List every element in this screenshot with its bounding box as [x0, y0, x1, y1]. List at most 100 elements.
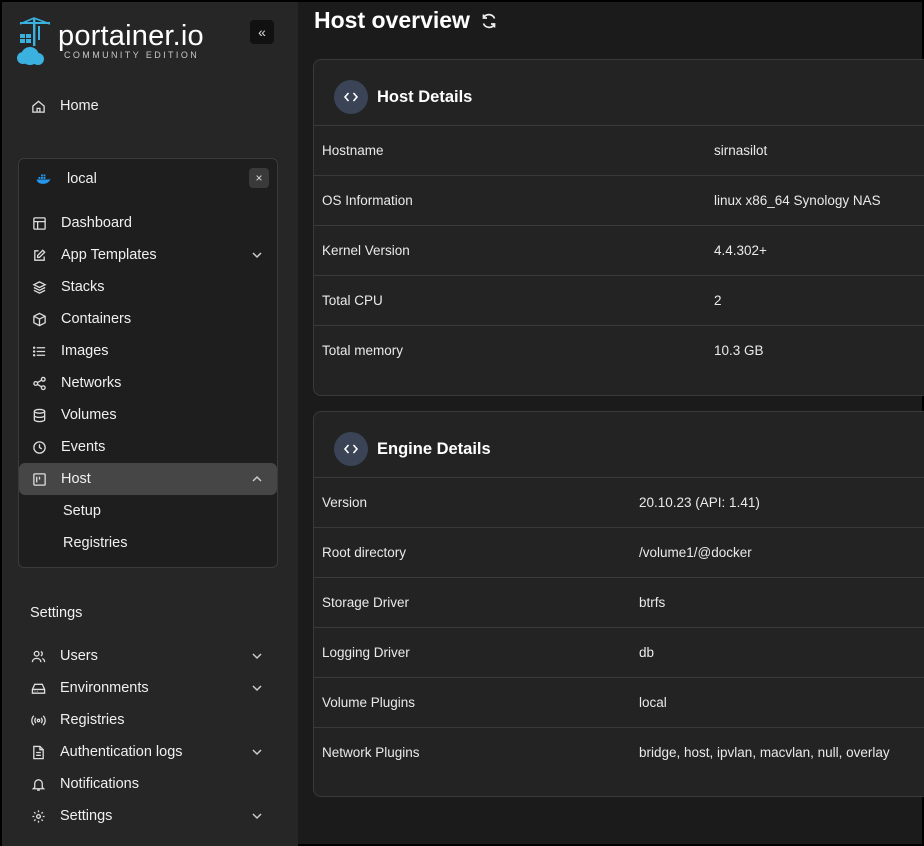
host-details-panel: Host Details Hostname sirnasilot OS Infor…: [313, 59, 924, 396]
table-row: Kernel Version 4.4.302+: [314, 226, 924, 276]
table-row: Total CPU 2: [314, 276, 924, 326]
panel-title: Host Details: [377, 88, 473, 106]
row-value: 2: [714, 293, 722, 308]
row-key: Root directory: [322, 545, 407, 560]
portainer-crane-icon: [17, 17, 51, 65]
chevron-down-icon[interactable]: [250, 809, 264, 823]
sidebar-item-stacks[interactable]: Stacks: [31, 271, 264, 303]
sidebar-item-label: Volumes: [61, 407, 117, 423]
database-icon: [31, 407, 47, 423]
list-icon: [31, 343, 47, 359]
bell-icon: [30, 776, 46, 792]
table-row: Total memory 10.3 GB: [314, 326, 924, 376]
sidebar-item-dashboard[interactable]: Dashboard: [31, 207, 264, 239]
sidebar-item-label: Environments: [60, 680, 149, 696]
table-row: Hostname sirnasilot: [314, 126, 924, 176]
sidebar-item-label: Home: [60, 98, 99, 114]
gear-icon: [30, 808, 46, 824]
sidebar-item-label: Registries: [60, 712, 125, 728]
row-key: OS Information: [322, 193, 413, 208]
dashboard-icon: [31, 215, 47, 231]
table-row: Version 20.10.23 (API: 1.41): [314, 478, 924, 528]
chevron-down-icon[interactable]: [250, 745, 264, 759]
sidebar-item-label: Authentication logs: [60, 744, 183, 760]
refresh-icon[interactable]: [480, 12, 498, 30]
users-icon: [30, 648, 46, 664]
sidebar-item-label: Host: [61, 471, 91, 487]
edit-icon: [31, 247, 47, 263]
row-value: 10.3 GB: [714, 343, 764, 358]
page-title: Host overview: [314, 7, 498, 34]
row-value: linux x86_64 Synology NAS: [714, 193, 881, 208]
chevron-down-icon[interactable]: [250, 649, 264, 663]
sidebar-item-app-templates[interactable]: App Templates: [31, 239, 264, 271]
table-row: Volume Plugins local: [314, 678, 924, 728]
table-row: Network Plugins bridge, host, ipvlan, mac…: [314, 728, 924, 778]
sidebar-item-host-setup[interactable]: Setup: [63, 495, 263, 527]
row-key: Logging Driver: [322, 645, 410, 660]
environment-header[interactable]: local: [31, 163, 231, 195]
file-icon: [30, 744, 46, 760]
row-key: Hostname: [322, 143, 384, 158]
row-value: bridge, host, ipvlan, macvlan, null, ove…: [639, 745, 890, 760]
row-value: btrfs: [639, 595, 666, 610]
sidebar-item-settings[interactable]: Settings: [30, 800, 264, 832]
sidebar-item-label: Containers: [61, 311, 132, 327]
sidebar-item-authentication-logs[interactable]: Authentication logs: [30, 736, 264, 768]
sidebar-item-label: Dashboard: [61, 215, 132, 231]
row-value: local: [639, 695, 667, 710]
panel-header: Engine Details: [314, 412, 924, 478]
settings-section-title: Settings: [30, 605, 83, 621]
sidebar-item-users[interactable]: Users: [30, 640, 264, 672]
home-icon: [30, 98, 46, 114]
sidebar-item-host[interactable]: Host: [31, 463, 264, 495]
sidebar-item-environments[interactable]: Environments: [30, 672, 264, 704]
code-icon: [334, 432, 368, 466]
sidebar-item-label: Notifications: [60, 776, 139, 792]
sidebar-item-images[interactable]: Images: [31, 335, 264, 367]
close-environment-button[interactable]: ×: [249, 168, 269, 188]
sidebar-item-events[interactable]: Events: [31, 431, 264, 463]
row-key: Total CPU: [322, 293, 383, 308]
row-value: sirnasilot: [714, 143, 768, 158]
share-icon: [31, 375, 47, 391]
sidebar-item-containers[interactable]: Containers: [31, 303, 264, 335]
sidebar-item-registries[interactable]: Registries: [30, 704, 264, 736]
row-key: Storage Driver: [322, 595, 410, 610]
sidebar-item-home[interactable]: Home: [30, 90, 270, 122]
sidebar-item-label: Images: [61, 343, 109, 359]
portainer-logo[interactable]: portainer.io COMMUNITY EDITION: [16, 16, 216, 70]
sidebar-item-notifications[interactable]: Notifications: [30, 768, 264, 800]
row-key: Kernel Version: [322, 243, 410, 258]
engine-details-panel: Engine Details Version 20.10.23 (API: 1.4…: [313, 411, 924, 797]
row-key: Network Plugins: [322, 745, 420, 760]
chevron-up-icon[interactable]: [250, 472, 264, 486]
chevron-down-icon[interactable]: [250, 248, 264, 262]
row-key: Volume Plugins: [322, 695, 416, 710]
sidebar-item-label: Setup: [63, 503, 101, 519]
sidebar-item-host-registries[interactable]: Registries: [63, 527, 263, 559]
sidebar-item-label: Settings: [60, 808, 113, 824]
collapse-sidebar-button[interactable]: «: [250, 20, 274, 44]
row-key: Total memory: [322, 343, 404, 358]
environment-name: local: [67, 171, 97, 187]
row-key: Version: [322, 495, 368, 510]
row-value: /volume1/@docker: [639, 545, 752, 560]
sidebar-item-label: Registries: [63, 535, 128, 551]
panel-title: Engine Details: [377, 440, 491, 458]
layers-icon: [31, 279, 47, 295]
sidebar-item-label: Networks: [61, 375, 122, 391]
sidebar-item-label: App Templates: [61, 247, 157, 263]
hdd-icon: [30, 680, 46, 696]
sidebar-item-label: Users: [60, 648, 98, 664]
radio-icon: [30, 712, 46, 728]
row-value: 20.10.23 (API: 1.41): [639, 495, 760, 510]
page-title-text: Host overview: [314, 7, 470, 33]
code-icon: [334, 80, 368, 114]
clock-icon: [31, 439, 47, 455]
table-row: Logging Driver db: [314, 628, 924, 678]
sidebar-item-volumes[interactable]: Volumes: [31, 399, 264, 431]
sidebar-item-networks[interactable]: Networks: [31, 367, 264, 399]
host-icon: [31, 471, 47, 487]
chevron-down-icon[interactable]: [250, 681, 264, 695]
